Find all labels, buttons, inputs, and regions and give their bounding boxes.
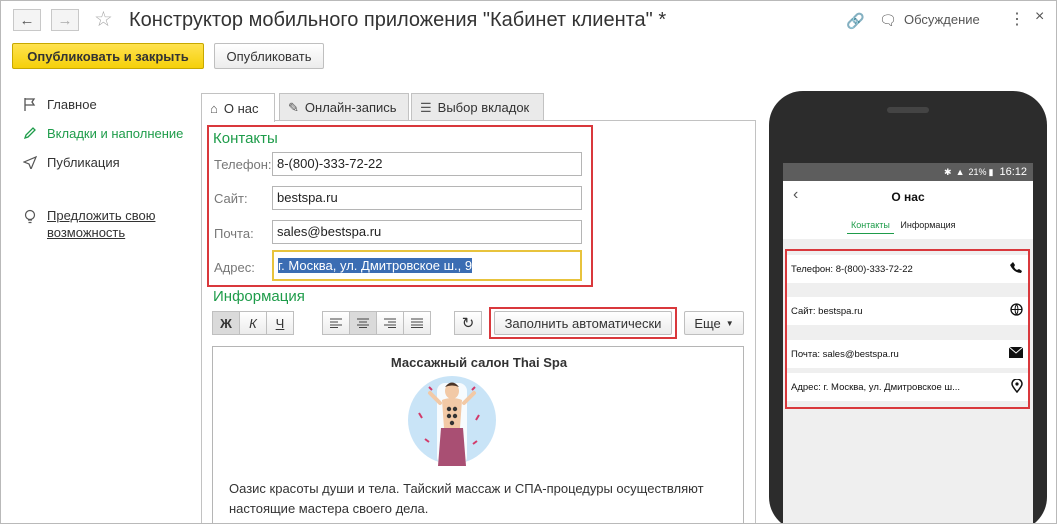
phone-field[interactable]: 8-(800)-333-72-22 (272, 152, 582, 176)
title-bar: ← → ☆ Конструктор мобильного приложения … (1, 1, 1056, 39)
battery-label: 21% (968, 167, 987, 177)
align-left-icon (330, 316, 342, 331)
forward-button[interactable]: → (51, 9, 79, 31)
sidebar-item-label: Публикация (47, 154, 120, 170)
tab-label: Онлайн-запись (304, 100, 397, 115)
align-left-button[interactable] (322, 311, 350, 335)
phone-status-bar: ✱ ▲ 21% ▮ 16:12 (783, 163, 1033, 181)
publish-button[interactable]: Опубликовать (214, 43, 324, 69)
phone-tabs: Контакты Информация (847, 220, 960, 234)
align-center-button[interactable] (349, 311, 377, 335)
phone-tab-info[interactable]: Информация (896, 220, 959, 233)
phone-row-phone[interactable]: Телефон: 8-(800)-333-72-22 (787, 255, 1028, 283)
align-justify-button[interactable] (403, 311, 431, 335)
tab-select-tabs[interactable]: ☰ Выбор вкладок (411, 93, 544, 121)
align-right-icon (384, 316, 396, 331)
refresh-group: ↻ (454, 311, 482, 335)
phone-tab-contacts[interactable]: Контакты (847, 220, 894, 234)
phone-row-text: Сайт: bestspa.ru (791, 305, 863, 317)
signal-icon: ▲ (955, 167, 965, 177)
sidebar-item-publication[interactable]: Публикация (21, 154, 120, 170)
app-window: ← → ☆ Конструктор мобильного приложения … (0, 0, 1057, 524)
contacts-title: Контакты (213, 130, 278, 147)
favorite-star-icon[interactable]: ☆ (94, 7, 113, 32)
align-justify-icon (411, 316, 423, 331)
site-label: Сайт: (214, 191, 248, 206)
phone-row-mail[interactable]: Почта: sales@bestspa.ru (787, 340, 1028, 368)
link-icon[interactable]: 🔗 (846, 12, 865, 30)
tab-online-booking[interactable]: ✎ Онлайн-запись (279, 93, 409, 121)
tab-label: Выбор вкладок (437, 100, 530, 115)
globe-icon (1010, 303, 1023, 319)
italic-button[interactable]: К (239, 311, 267, 335)
phone-content: Телефон: 8-(800)-333-72-22 Сайт: bestspa… (783, 239, 1033, 523)
sidebar-item-label: Главное (47, 96, 97, 112)
address-label: Адрес: (214, 260, 255, 275)
phone-preview: ✱ ▲ 21% ▮ 16:12 ‹ О нас Контакты Информа… (769, 91, 1047, 523)
bluetooth-icon: ✱ (944, 166, 952, 177)
text-style-group: Ж К Ч (212, 311, 294, 335)
window-title: Конструктор мобильного приложения "Кабин… (129, 9, 667, 31)
close-icon[interactable]: × (1035, 8, 1044, 26)
publish-and-close-button[interactable]: Опубликовать и закрыть (12, 43, 204, 69)
address-field[interactable]: г. Москва, ул. Дмитровское ш., 9 (272, 250, 582, 281)
phone-icon (1010, 261, 1023, 277)
phone-row-text: Телефон: 8-(800)-333-72-22 (791, 263, 913, 275)
autofill-button[interactable]: Заполнить автоматически (494, 311, 672, 335)
info-editor[interactable]: Массажный салон Thai Spa Оазис красоты д… (212, 346, 744, 523)
battery-icon: ▮ (988, 166, 994, 177)
phone-label: Телефон: (214, 157, 272, 172)
home-icon: ⌂ (210, 100, 218, 116)
refresh-button[interactable]: ↻ (454, 311, 482, 335)
refresh-icon: ↻ (461, 315, 475, 332)
phone-row-text: Почта: sales@bestspa.ru (791, 348, 899, 360)
about-panel: Контакты Телефон: 8-(800)-333-72-22 Сайт… (201, 120, 756, 523)
list-icon: ☰ (420, 99, 432, 115)
phone-row-site[interactable]: Сайт: bestspa.ru (787, 297, 1028, 325)
sidebar-item-label: Вкладки и наполнение (47, 125, 184, 141)
flag-icon (21, 96, 39, 112)
phone-time: 16:12 (999, 166, 1027, 178)
info-title: Информация (213, 288, 305, 305)
arrow-left-icon: ← (19, 11, 35, 29)
tab-label: О нас (223, 100, 259, 116)
sidebar-item-tabs[interactable]: Вкладки и наполнение (21, 125, 183, 141)
align-group (322, 311, 431, 335)
more-vertical-icon[interactable]: ⋮ (1009, 9, 1025, 29)
spa-illustration (408, 376, 496, 466)
chevron-down-icon: ▼ (725, 318, 734, 328)
mail-label: Почта: (214, 226, 254, 241)
site-field[interactable]: bestspa.ru (272, 186, 582, 210)
align-center-icon (357, 316, 369, 331)
arrow-right-icon: → (57, 11, 73, 29)
suggest-feature-link[interactable]: Предложить свою возможность (47, 207, 187, 241)
chat-icon[interactable]: 🗨 (879, 12, 897, 29)
phone-page-title: О нас (891, 190, 925, 204)
more-button[interactable]: Еще ▼ (684, 311, 744, 335)
mail-field[interactable]: sales@bestspa.ru (272, 220, 582, 244)
address-selected-text: г. Москва, ул. Дмитровское ш., 9 (278, 258, 473, 273)
phone-row-text: Адрес: г. Москва, ул. Дмитровское ш... (791, 381, 961, 393)
location-icon (1011, 378, 1023, 396)
underline-button[interactable]: Ч (266, 311, 294, 335)
phone-speaker (887, 107, 929, 113)
more-label: Еще (694, 315, 721, 331)
editor-body-text: Оазис красоты души и тела. Тайский масса… (229, 481, 704, 516)
editor-heading: Массажный салон Thai Spa (390, 355, 568, 370)
tab-about[interactable]: ⌂ О нас (201, 93, 275, 122)
phone-screen: ✱ ▲ 21% ▮ 16:12 ‹ О нас Контакты Информа… (783, 163, 1033, 523)
bold-button[interactable]: Ж (212, 311, 240, 335)
send-icon (21, 154, 39, 170)
phone-row-address[interactable]: Адрес: г. Москва, ул. Дмитровское ш... (787, 373, 1028, 401)
mail-icon (1008, 346, 1024, 361)
lightbulb-icon (23, 209, 37, 230)
align-right-button[interactable] (376, 311, 404, 335)
edit-icon: ✎ (288, 99, 299, 115)
pencil-icon (21, 125, 39, 141)
back-button[interactable]: ← (13, 9, 41, 31)
phone-header: ‹ О нас (783, 181, 1033, 211)
sidebar-item-main[interactable]: Главное (21, 96, 97, 112)
command-bar: Опубликовать и закрыть Опубликовать (1, 39, 1056, 73)
discussion-button[interactable]: Обсуждение (904, 12, 980, 27)
